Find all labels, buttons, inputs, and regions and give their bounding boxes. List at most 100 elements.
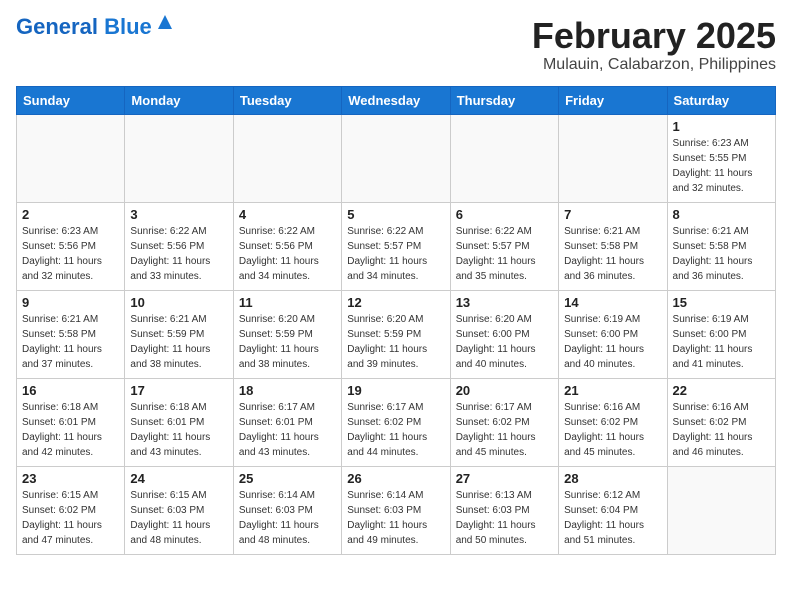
- day-number: 20: [456, 383, 553, 398]
- calendar-week-2: 2Sunrise: 6:23 AMSunset: 5:56 PMDaylight…: [17, 202, 776, 290]
- calendar-cell: 15Sunrise: 6:19 AMSunset: 6:00 PMDayligh…: [667, 290, 775, 378]
- calendar-cell: [125, 114, 233, 202]
- calendar-cell: 27Sunrise: 6:13 AMSunset: 6:03 PMDayligh…: [450, 466, 558, 554]
- location-title: Mulauin, Calabarzon, Philippines: [532, 56, 776, 74]
- calendar-cell: [17, 114, 125, 202]
- day-number: 21: [564, 383, 661, 398]
- day-number: 17: [130, 383, 227, 398]
- day-number: 12: [347, 295, 444, 310]
- calendar-cell: 18Sunrise: 6:17 AMSunset: 6:01 PMDayligh…: [233, 378, 341, 466]
- day-number: 22: [673, 383, 770, 398]
- calendar-cell: 19 Sunrise: 6:17 AMSunset: 6:02 PMDayligh…: [342, 378, 450, 466]
- calendar-cell: 12 Sunrise: 6:20 AMSunset: 5:59 PMDayligh…: [342, 290, 450, 378]
- logo-general: General: [16, 14, 98, 39]
- day-info: Sunrise: 6:21 AMSunset: 5:59 PMDaylight:…: [130, 312, 227, 372]
- day-number: 16: [22, 383, 119, 398]
- weekday-header-sunday: Sunday: [17, 86, 125, 114]
- day-info: Sunrise: 6:14 AMSunset: 6:03 PMDaylight:…: [347, 488, 444, 548]
- day-info: Sunrise: 6:17 AMSunset: 6:02 PMDaylight:…: [347, 400, 444, 460]
- day-info: Sunrise: 6:21 AMSunset: 5:58 PMDaylight:…: [22, 312, 119, 372]
- calendar-cell: 7 Sunrise: 6:21 AMSunset: 5:58 PMDaylight…: [559, 202, 667, 290]
- calendar-cell: 5 Sunrise: 6:22 AMSunset: 5:57 PMDaylight…: [342, 202, 450, 290]
- day-number: 28: [564, 471, 661, 486]
- weekday-header-monday: Monday: [125, 86, 233, 114]
- calendar-cell: 2Sunrise: 6:23 AMSunset: 5:56 PMDaylight…: [17, 202, 125, 290]
- calendar-cell: [233, 114, 341, 202]
- calendar-week-3: 9 Sunrise: 6:21 AMSunset: 5:58 PMDaylight…: [17, 290, 776, 378]
- day-info: Sunrise: 6:23 AMSunset: 5:55 PMDaylight:…: [673, 136, 770, 196]
- calendar-week-5: 23Sunrise: 6:15 AMSunset: 6:02 PMDayligh…: [17, 466, 776, 554]
- day-info: Sunrise: 6:17 AMSunset: 6:02 PMDaylight:…: [456, 400, 553, 460]
- day-number: 6: [456, 207, 553, 222]
- month-title: February 2025: [532, 16, 776, 56]
- weekday-header-tuesday: Tuesday: [233, 86, 341, 114]
- day-info: Sunrise: 6:22 AMSunset: 5:57 PMDaylight:…: [456, 224, 553, 284]
- day-info: Sunrise: 6:14 AMSunset: 6:03 PMDaylight:…: [239, 488, 336, 548]
- calendar-cell: 14 Sunrise: 6:19 AMSunset: 6:00 PMDayligh…: [559, 290, 667, 378]
- day-number: 13: [456, 295, 553, 310]
- day-number: 11: [239, 295, 336, 310]
- calendar-cell: [667, 466, 775, 554]
- day-number: 23: [22, 471, 119, 486]
- page-header: General Blue February 2025 Mulauin, Cala…: [16, 16, 776, 74]
- calendar-cell: 21 Sunrise: 6:16 AMSunset: 6:02 PMDayligh…: [559, 378, 667, 466]
- calendar-cell: 10 Sunrise: 6:21 AMSunset: 5:59 PMDayligh…: [125, 290, 233, 378]
- day-number: 19: [347, 383, 444, 398]
- day-number: 5: [347, 207, 444, 222]
- calendar-cell: 1 Sunrise: 6:23 AMSunset: 5:55 PMDaylight…: [667, 114, 775, 202]
- weekday-header-thursday: Thursday: [450, 86, 558, 114]
- day-info: Sunrise: 6:18 AMSunset: 6:01 PMDaylight:…: [22, 400, 119, 460]
- day-info: Sunrise: 6:20 AMSunset: 5:59 PMDaylight:…: [347, 312, 444, 372]
- day-info: Sunrise: 6:20 AMSunset: 5:59 PMDaylight:…: [239, 312, 336, 372]
- calendar-header-row: SundayMondayTuesdayWednesdayThursdayFrid…: [17, 86, 776, 114]
- day-info: Sunrise: 6:20 AMSunset: 6:00 PMDaylight:…: [456, 312, 553, 372]
- calendar-cell: [450, 114, 558, 202]
- calendar-cell: [559, 114, 667, 202]
- weekday-header-wednesday: Wednesday: [342, 86, 450, 114]
- day-info: Sunrise: 6:22 AMSunset: 5:57 PMDaylight:…: [347, 224, 444, 284]
- day-number: 14: [564, 295, 661, 310]
- calendar-cell: 26Sunrise: 6:14 AMSunset: 6:03 PMDayligh…: [342, 466, 450, 554]
- day-info: Sunrise: 6:17 AMSunset: 6:01 PMDaylight:…: [239, 400, 336, 460]
- logo-blue-text: Blue: [104, 14, 152, 39]
- calendar-table: SundayMondayTuesdayWednesdayThursdayFrid…: [16, 86, 776, 555]
- calendar-cell: 17Sunrise: 6:18 AMSunset: 6:01 PMDayligh…: [125, 378, 233, 466]
- day-info: Sunrise: 6:23 AMSunset: 5:56 PMDaylight:…: [22, 224, 119, 284]
- day-number: 8: [673, 207, 770, 222]
- day-number: 9: [22, 295, 119, 310]
- day-info: Sunrise: 6:21 AMSunset: 5:58 PMDaylight:…: [673, 224, 770, 284]
- day-info: Sunrise: 6:19 AMSunset: 6:00 PMDaylight:…: [673, 312, 770, 372]
- day-info: Sunrise: 6:15 AMSunset: 6:03 PMDaylight:…: [130, 488, 227, 548]
- day-number: 3: [130, 207, 227, 222]
- logo-text: General Blue: [16, 16, 152, 38]
- day-info: Sunrise: 6:13 AMSunset: 6:03 PMDaylight:…: [456, 488, 553, 548]
- day-number: 10: [130, 295, 227, 310]
- calendar-week-4: 16 Sunrise: 6:18 AMSunset: 6:01 PMDayligh…: [17, 378, 776, 466]
- day-info: Sunrise: 6:22 AMSunset: 5:56 PMDaylight:…: [130, 224, 227, 284]
- title-block: February 2025 Mulauin, Calabarzon, Phili…: [532, 16, 776, 74]
- calendar-cell: 11 Sunrise: 6:20 AMSunset: 5:59 PMDayligh…: [233, 290, 341, 378]
- day-info: Sunrise: 6:19 AMSunset: 6:00 PMDaylight:…: [564, 312, 661, 372]
- calendar-cell: 22Sunrise: 6:16 AMSunset: 6:02 PMDayligh…: [667, 378, 775, 466]
- calendar-cell: 16 Sunrise: 6:18 AMSunset: 6:01 PMDayligh…: [17, 378, 125, 466]
- day-info: Sunrise: 6:12 AMSunset: 6:04 PMDaylight:…: [564, 488, 661, 548]
- calendar-cell: 20 Sunrise: 6:17 AMSunset: 6:02 PMDayligh…: [450, 378, 558, 466]
- calendar-cell: 23Sunrise: 6:15 AMSunset: 6:02 PMDayligh…: [17, 466, 125, 554]
- day-info: Sunrise: 6:16 AMSunset: 6:02 PMDaylight:…: [564, 400, 661, 460]
- calendar-cell: 28 Sunrise: 6:12 AMSunset: 6:04 PMDayligh…: [559, 466, 667, 554]
- day-info: Sunrise: 6:22 AMSunset: 5:56 PMDaylight:…: [239, 224, 336, 284]
- calendar-cell: 13 Sunrise: 6:20 AMSunset: 6:00 PMDayligh…: [450, 290, 558, 378]
- day-info: Sunrise: 6:21 AMSunset: 5:58 PMDaylight:…: [564, 224, 661, 284]
- calendar-cell: 3 Sunrise: 6:22 AMSunset: 5:56 PMDaylight…: [125, 202, 233, 290]
- logo-icon: [156, 13, 174, 31]
- day-number: 25: [239, 471, 336, 486]
- calendar-week-1: 1 Sunrise: 6:23 AMSunset: 5:55 PMDaylight…: [17, 114, 776, 202]
- calendar-cell: [342, 114, 450, 202]
- calendar-cell: 8 Sunrise: 6:21 AMSunset: 5:58 PMDaylight…: [667, 202, 775, 290]
- calendar-cell: 25 Sunrise: 6:14 AMSunset: 6:03 PMDayligh…: [233, 466, 341, 554]
- logo: General Blue: [16, 16, 174, 38]
- day-number: 7: [564, 207, 661, 222]
- day-number: 4: [239, 207, 336, 222]
- weekday-header-saturday: Saturday: [667, 86, 775, 114]
- day-number: 1: [673, 119, 770, 134]
